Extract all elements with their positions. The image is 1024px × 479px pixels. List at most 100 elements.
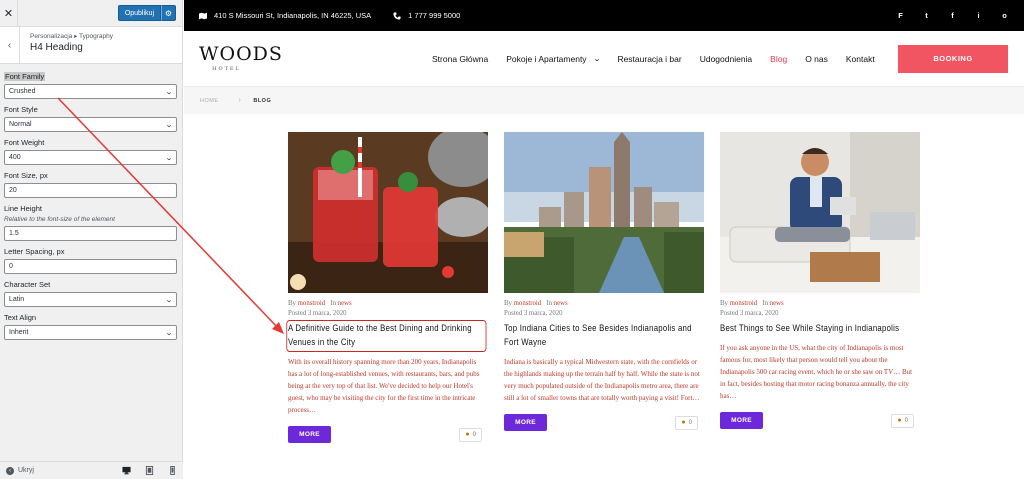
- nav-item-about[interactable]: O nas: [805, 54, 828, 64]
- category-link[interactable]: news: [770, 300, 784, 307]
- font-weight-select[interactable]: 400 ⌄: [4, 150, 177, 165]
- nav-menu: Strona Główna Pokoje i Apartamenty ⌄ Rest…: [432, 54, 893, 64]
- facebook-icon[interactable]: f: [948, 11, 957, 20]
- hide-controls-button[interactable]: ‹ Ukryj: [6, 466, 34, 475]
- line-height-label: Line Height: [4, 204, 42, 213]
- nav-item-amenities[interactable]: Udogodnienia: [700, 54, 752, 64]
- collapse-icon: ‹: [6, 466, 14, 475]
- map-icon: [199, 12, 207, 19]
- post-meta: By monstroid In news Posted 3 marca, 202…: [288, 300, 488, 317]
- tripadvisor-icon[interactable]: o: [1000, 11, 1009, 20]
- author-link[interactable]: monstroid: [514, 300, 542, 307]
- author-link[interactable]: monstroid: [730, 300, 758, 307]
- breadcrumb-home[interactable]: HOME: [200, 98, 219, 104]
- mobile-icon[interactable]: [168, 466, 177, 475]
- twitter-icon[interactable]: t: [922, 11, 931, 20]
- nav-item-blog[interactable]: Blog: [770, 54, 787, 64]
- font-style-value: Normal: [9, 121, 32, 128]
- chevron-down-icon: ⌄: [164, 154, 174, 162]
- comments-badge[interactable]: ● 0: [891, 413, 914, 428]
- more-button[interactable]: MORE: [288, 426, 331, 443]
- character-set-label: Character Set: [4, 280, 51, 289]
- post-image-businessman[interactable]: [720, 132, 920, 293]
- character-set-select[interactable]: Latin ⌄: [4, 292, 177, 307]
- address-text: 410 S Missouri St, Indianapolis, IN 4622…: [214, 11, 372, 20]
- font-style-control: Font Style Normal ⌄: [4, 105, 178, 132]
- section-title-block: Personalizacja ▸ Typography H4 Heading: [20, 27, 113, 63]
- post-title[interactable]: Top Indiana Cities to See Besides Indian…: [504, 322, 701, 350]
- instagram-icon[interactable]: i: [974, 11, 983, 20]
- font-size-input[interactable]: 20: [4, 183, 177, 198]
- more-button[interactable]: MORE: [504, 414, 547, 431]
- font-family-control: Font Family Crushed ⌄: [4, 72, 178, 99]
- letter-spacing-input[interactable]: 0: [4, 259, 177, 274]
- text-align-select[interactable]: Inherit ⌄: [4, 325, 177, 340]
- comment-count: 0: [472, 431, 476, 438]
- font-family-select[interactable]: Crushed ⌄: [4, 84, 177, 99]
- author-link[interactable]: monstroid: [298, 300, 326, 307]
- font-weight-label: Font Weight: [4, 138, 45, 147]
- post-title[interactable]: A Definitive Guide to the Best Dining an…: [286, 320, 487, 352]
- breadcrumb-separator: ›: [238, 97, 242, 104]
- post-excerpt: Indiana is basically a typical Midwester…: [504, 358, 700, 402]
- post-date: Posted 3 marca, 2020: [288, 310, 347, 317]
- letter-spacing-label: Letter Spacing, px: [4, 247, 65, 256]
- line-height-control: Line Height Relative to the font-size of…: [4, 204, 178, 241]
- more-button[interactable]: MORE: [720, 412, 763, 429]
- post-excerpt: If you ask anyone in the US, what the ci…: [720, 344, 913, 400]
- publish-button[interactable]: Opublikuj: [117, 5, 161, 21]
- post-image-city[interactable]: [504, 132, 704, 293]
- controls-list: Font Family Crushed ⌄ Font Style Normal ⌄ …: [0, 64, 182, 340]
- line-height-input[interactable]: 1.5: [4, 226, 177, 241]
- desktop-icon[interactable]: [122, 466, 131, 475]
- post-title[interactable]: Best Things to See While Staying in Indi…: [720, 322, 917, 336]
- close-icon[interactable]: ✕: [0, 0, 18, 27]
- in-label: In: [762, 300, 768, 307]
- phone-text: 1 777 999 5000: [408, 11, 461, 20]
- booking-button[interactable]: BOOKING: [898, 44, 1008, 73]
- phone-item: 1 777 999 5000: [393, 11, 460, 20]
- nav-item-rooms[interactable]: Pokoje i Apartamenty ⌄: [506, 53, 601, 64]
- comment-icon: ●: [465, 431, 470, 438]
- site-logo[interactable]: WOODS HOTEL: [199, 43, 283, 73]
- nav-item-home[interactable]: Strona Główna: [432, 54, 488, 64]
- logo-name: WOODS: [199, 43, 283, 65]
- chevron-down-icon: ⌄: [164, 88, 174, 96]
- nav-item-restaurant[interactable]: Restauracja i bar: [617, 54, 681, 64]
- chevron-down-icon: ⌄: [592, 55, 601, 63]
- gear-icon[interactable]: ⚙: [161, 5, 176, 21]
- text-align-control: Text Align Inherit ⌄: [4, 313, 178, 340]
- tablet-icon[interactable]: [145, 466, 154, 475]
- phone-icon: [393, 11, 401, 20]
- character-set-control: Character Set Latin ⌄: [4, 280, 178, 307]
- post-image-drinks[interactable]: [288, 132, 488, 293]
- character-set-value: Latin: [9, 296, 25, 303]
- comment-count: 0: [904, 417, 908, 424]
- back-chevron-icon[interactable]: ‹: [0, 27, 20, 63]
- comments-badge[interactable]: ● 0: [459, 427, 482, 442]
- category-link[interactable]: news: [338, 300, 352, 307]
- post-actions: MORE ● 0: [720, 412, 920, 429]
- font-family-label: Font Family: [4, 72, 46, 81]
- category-link[interactable]: news: [554, 300, 568, 307]
- comments-badge[interactable]: ● 0: [675, 415, 698, 430]
- font-style-label: Font Style: [4, 105, 38, 114]
- device-switcher: [122, 466, 177, 475]
- section-title: H4 Heading: [30, 42, 83, 53]
- comment-icon: ●: [681, 419, 686, 426]
- font-weight-control: Font Weight 400 ⌄: [4, 138, 178, 165]
- in-label: In: [546, 300, 552, 307]
- post-actions: MORE ● 0: [288, 426, 488, 443]
- foursquare-icon[interactable]: F: [896, 11, 905, 20]
- main-nav: WOODS HOTEL Strona Główna Pokoje i Apart…: [184, 31, 1024, 87]
- nav-item-contact[interactable]: Kontakt: [846, 54, 875, 64]
- nav-item-rooms-label: Pokoje i Apartamenty: [506, 53, 587, 64]
- comment-count: 0: [688, 419, 692, 426]
- hide-label: Ukryj: [18, 467, 34, 474]
- post-meta: By monstroid In news Posted 3 marca, 202…: [504, 300, 704, 317]
- chevron-down-icon: ⌄: [164, 121, 174, 129]
- logo-sub: HOTEL: [212, 66, 241, 72]
- section-header: ‹ Personalizacja ▸ Typography H4 Heading: [0, 27, 182, 64]
- font-style-select[interactable]: Normal ⌄: [4, 117, 177, 132]
- post-date: Posted 3 marca, 2020: [720, 310, 779, 317]
